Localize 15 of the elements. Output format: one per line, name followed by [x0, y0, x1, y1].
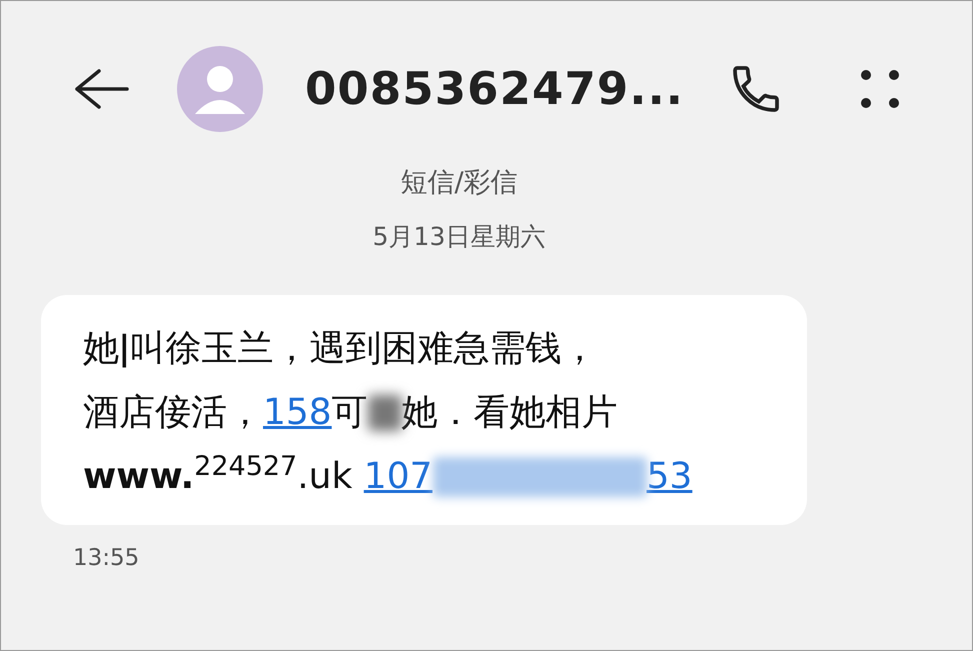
message-text: 可 — [332, 391, 368, 435]
message-time: 13:55 — [73, 544, 140, 573]
phone-link[interactable]: 158 — [263, 385, 332, 441]
back-icon[interactable] — [73, 69, 129, 109]
contact-number: 0085362479... — [304, 61, 684, 118]
message-text: 酒店倿活， — [83, 391, 263, 435]
more-icon[interactable] — [860, 69, 900, 109]
date-label: 5月13日星期六 — [372, 220, 546, 252]
message-text: 她．看她相片 — [402, 391, 618, 435]
redaction-blur — [368, 395, 402, 431]
avatar-icon — [177, 46, 263, 132]
channel-label: 短信/彩信 — [400, 166, 518, 200]
message-text: 她ǀ叫徐玉兰，遇到困难急需钱， — [83, 327, 598, 371]
message-text: www.$^{224527}$.uk — [83, 450, 354, 499]
phone-link[interactable]: 107 53 — [364, 449, 692, 505]
